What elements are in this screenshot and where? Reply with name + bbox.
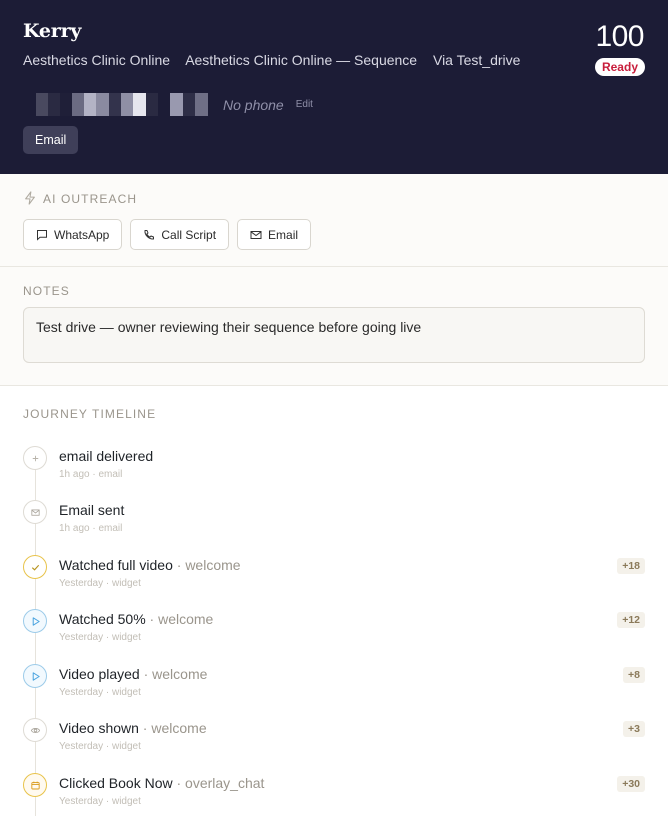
lead-channel-source: Via Test_drive — [432, 52, 521, 68]
timeline-event: Email sent 1h ago · email — [23, 500, 645, 546]
event-meta: Yesterday · widget — [59, 578, 141, 589]
mail-icon — [250, 230, 262, 239]
event-title: Video played · welcome — [59, 666, 208, 682]
points-badge: +8 — [623, 667, 645, 683]
event-meta: Yesterday · widget — [59, 632, 141, 643]
event-title: Video shown · welcome — [59, 720, 207, 736]
ai-outreach-section: AI OUTREACH WhatsApp Call Script Email — [0, 174, 668, 267]
timeline-event: Watched full video · welcome Yesterday ·… — [23, 555, 645, 601]
lead-sequence: Aesthetics Clinic Online — Sequence — [185, 52, 418, 68]
calendar-icon — [23, 773, 47, 797]
whatsapp-label: WhatsApp — [54, 227, 110, 242]
points-badge: +30 — [617, 776, 645, 792]
redacted-contact — [23, 93, 214, 116]
timeline-event: Video shown · welcome Yesterday · widget… — [23, 718, 645, 764]
phone-icon — [144, 229, 155, 240]
notes-title: NOTES — [23, 284, 70, 298]
timeline-event: Watched 50% · welcome Yesterday · widget… — [23, 609, 645, 655]
plus-icon — [23, 446, 47, 470]
message-icon — [37, 229, 47, 241]
lead-source: Aesthetics Clinic Online — [23, 52, 171, 68]
event-title: Email sent — [59, 502, 125, 518]
notes-field[interactable]: Test drive — owner reviewing their seque… — [23, 307, 645, 363]
journey-section: JOURNEY TIMELINE email delivered 1h ago … — [0, 386, 668, 816]
contact-row: No phone Edit — [23, 93, 313, 116]
play-icon — [23, 609, 47, 633]
notes-section: NOTES Test drive — owner reviewing their… — [0, 267, 668, 386]
points-badge: +3 — [623, 721, 645, 737]
status-badge: Ready — [594, 58, 645, 76]
lead-name: Kerry — [23, 20, 82, 42]
timeline-event: email delivered 1h ago · email — [23, 446, 645, 492]
event-meta: 1h ago · email — [59, 523, 123, 534]
ai-outreach-title: AI OUTREACH — [43, 192, 138, 206]
timeline-event: Clicked Book Now · overlay_chat Yesterda… — [23, 773, 645, 819]
whatsapp-button[interactable]: WhatsApp — [23, 219, 123, 250]
phone-placeholder: No phone — [223, 96, 284, 113]
email-outreach-label: Email — [268, 227, 299, 242]
call-script-label: Call Script — [161, 227, 217, 242]
eye-icon — [23, 718, 47, 742]
lead-subline: Aesthetics Clinic Online Aesthetics Clin… — [23, 52, 532, 68]
event-meta: Yesterday · widget — [59, 796, 141, 807]
edit-phone-link[interactable]: Edit — [296, 99, 313, 110]
mail-icon — [23, 500, 47, 524]
event-title: Clicked Book Now · overlay_chat — [59, 775, 265, 791]
timeline-event: Video played · welcome Yesterday · widge… — [23, 664, 645, 710]
check-icon — [23, 555, 47, 579]
event-meta: Yesterday · widget — [59, 741, 141, 752]
email-outreach-button[interactable]: Email — [237, 219, 312, 250]
lead-score: 100 — [595, 20, 644, 53]
event-title: Watched 50% · welcome — [59, 611, 214, 627]
play-icon — [23, 664, 47, 688]
event-meta: Yesterday · widget — [59, 687, 141, 698]
journey-title: JOURNEY TIMELINE — [23, 407, 157, 421]
lead-header: Kerry Aesthetics Clinic Online Aesthetic… — [0, 0, 668, 174]
event-meta: 1h ago · email — [59, 469, 123, 480]
event-title: email delivered — [59, 448, 154, 464]
points-badge: +12 — [617, 612, 645, 628]
call-script-button[interactable]: Call Script — [130, 219, 230, 250]
points-badge: +18 — [617, 558, 645, 574]
ai-outreach-buttons: WhatsApp Call Script Email — [23, 219, 312, 250]
sparkle-icon — [25, 191, 35, 205]
event-title: Watched full video · welcome — [59, 557, 241, 573]
email-channel-button[interactable]: Email — [23, 126, 79, 154]
